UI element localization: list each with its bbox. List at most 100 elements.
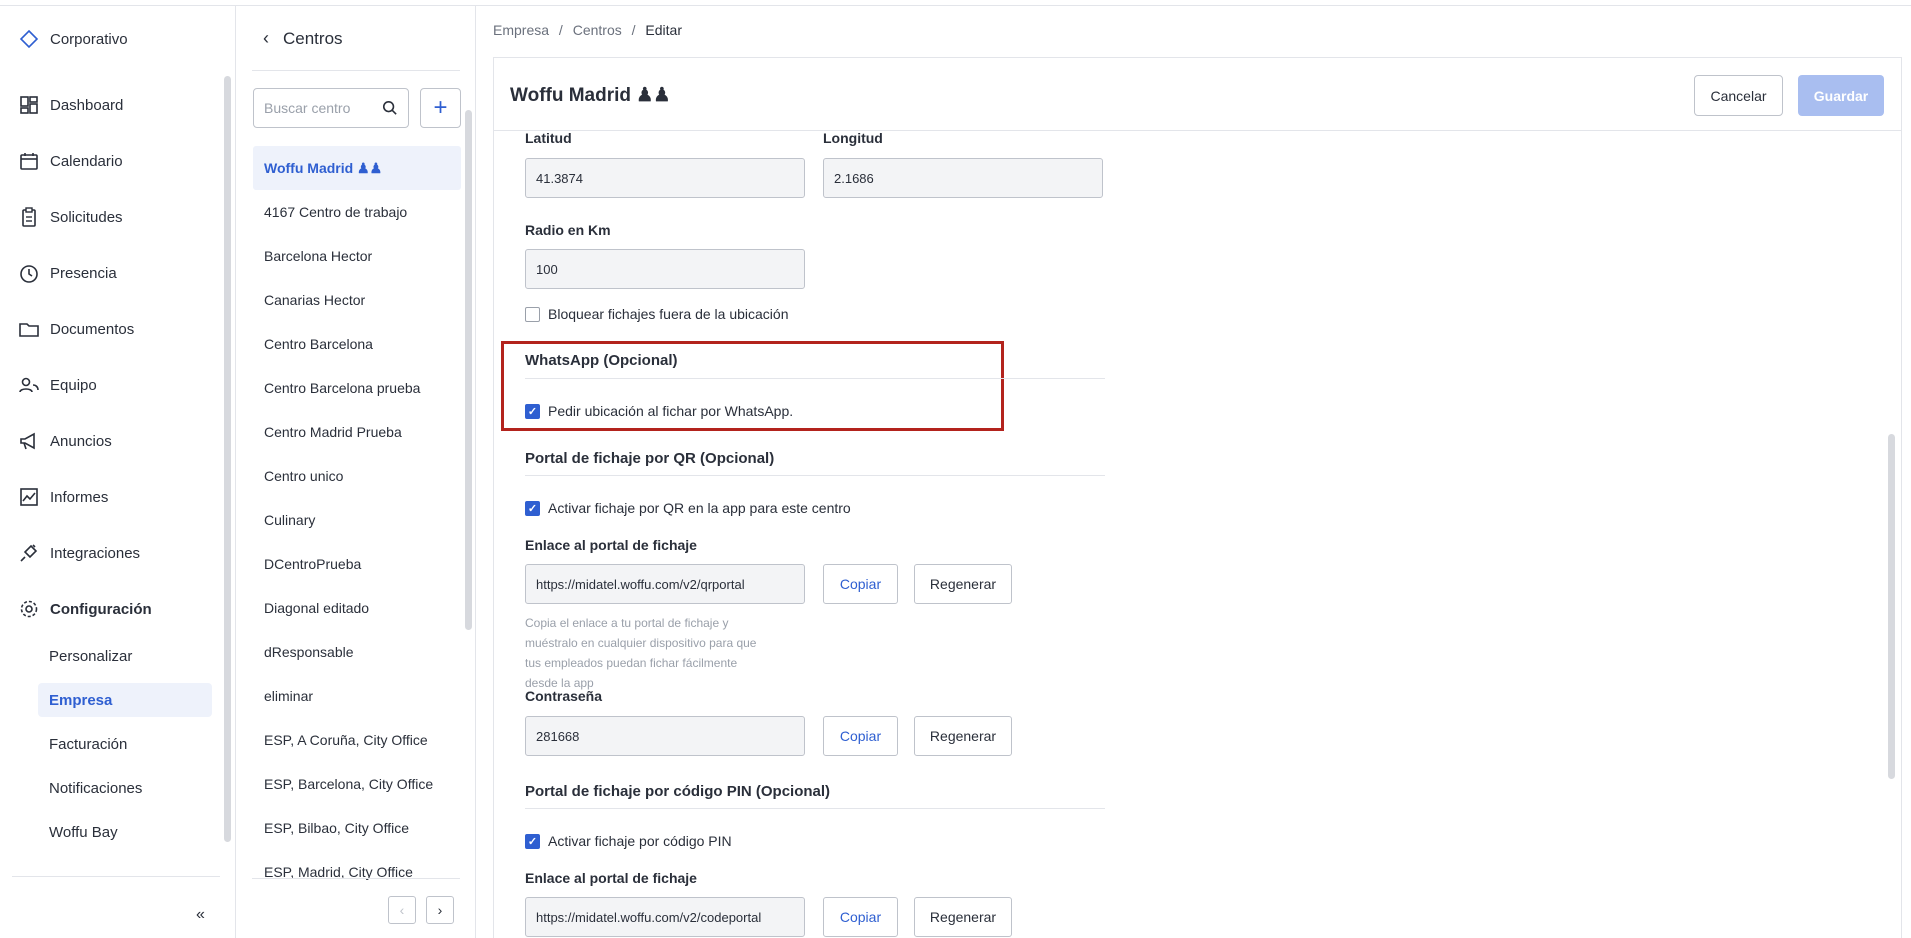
brand[interactable]: Corporativo bbox=[18, 28, 128, 50]
brand-label: Corporativo bbox=[50, 30, 128, 48]
nav-item-configuracion[interactable]: Configuración bbox=[18, 597, 208, 621]
sub-item-empresa[interactable]: Empresa bbox=[38, 683, 212, 717]
password-field[interactable]: 281668 bbox=[525, 716, 805, 756]
nav-item-dashboard[interactable]: Dashboard bbox=[18, 93, 208, 117]
divider bbox=[525, 378, 1105, 379]
list-item[interactable]: ESP, A Coruña, City Office bbox=[253, 718, 461, 762]
nav-item-documentos[interactable]: Documentos bbox=[18, 317, 208, 341]
list-item[interactable]: Diagonal editado bbox=[253, 586, 461, 630]
save-button[interactable]: Guardar bbox=[1798, 75, 1884, 116]
collapse-sidebar-button[interactable]: « bbox=[196, 906, 205, 924]
sub-item-personalizar[interactable]: Personalizar bbox=[38, 639, 212, 673]
list-item[interactable]: Woffu Madrid ♟♟ bbox=[253, 146, 461, 190]
copy-pin-link-button[interactable]: Copiar bbox=[823, 897, 898, 937]
breadcrumb-item[interactable]: Empresa bbox=[493, 22, 549, 38]
nav-item-anuncios[interactable]: Anuncios bbox=[18, 429, 208, 453]
latitude-label: Latitud bbox=[525, 130, 572, 146]
checkbox-label: Bloquear fichajes fuera de la ubicación bbox=[548, 306, 789, 322]
nav-item-integraciones[interactable]: Integraciones bbox=[18, 541, 208, 565]
list-item[interactable]: ESP, Barcelona, City Office bbox=[253, 762, 461, 806]
check-icon[interactable]: ✓ bbox=[525, 500, 540, 516]
breadcrumb-current: Editar bbox=[645, 22, 682, 38]
pin-section-title: Portal de fichaje por código PIN (Opcion… bbox=[525, 783, 831, 800]
pin-link-label: Enlace al portal de fichaje bbox=[525, 870, 697, 886]
search-icon[interactable] bbox=[382, 99, 398, 117]
sub-item-woffu-bay[interactable]: Woffu Bay bbox=[38, 815, 212, 849]
qr-enable-checkbox[interactable]: ✓ Activar fichaje por QR en la app para … bbox=[525, 500, 851, 516]
nav-label: Informes bbox=[50, 488, 109, 506]
search-input[interactable] bbox=[264, 100, 383, 116]
checkbox-label: Activar fichaje por QR en la app para es… bbox=[548, 500, 851, 516]
list-item[interactable]: DCentroPrueba bbox=[253, 542, 461, 586]
nav-item-solicitudes[interactable]: Solicitudes bbox=[18, 205, 208, 229]
list-item[interactable]: ESP, Bilbao, City Office bbox=[253, 806, 461, 850]
password-label: Contraseña bbox=[525, 688, 603, 704]
divider bbox=[252, 878, 460, 879]
qr-link-label: Enlace al portal de fichaje bbox=[525, 537, 697, 553]
diamond-logo-icon bbox=[19, 29, 39, 49]
longitude-label: Longitud bbox=[823, 130, 883, 146]
breadcrumb-item[interactable]: Centros bbox=[573, 22, 622, 38]
nav-label: Solicitudes bbox=[50, 208, 123, 226]
sub-item-notificaciones[interactable]: Notificaciones bbox=[38, 771, 212, 805]
regenerate-qr-link-button[interactable]: Regenerar bbox=[914, 564, 1012, 604]
regenerate-pin-link-button[interactable]: Regenerar bbox=[914, 897, 1012, 937]
nav-item-presencia[interactable]: Presencia bbox=[18, 261, 208, 285]
qr-link-field[interactable]: https://midatel.woffu.com/v2/qrportal bbox=[525, 564, 805, 604]
list-item[interactable]: dResponsable bbox=[253, 630, 461, 674]
checkbox-label: Pedir ubicación al fichar por WhatsApp. bbox=[548, 403, 794, 419]
list-item[interactable]: Centro unico bbox=[253, 454, 461, 498]
back-arrow-icon[interactable]: ‹ bbox=[263, 28, 269, 49]
main-scrollbar[interactable] bbox=[1888, 434, 1895, 779]
sub-item-facturacion[interactable]: Facturación bbox=[38, 727, 212, 761]
copy-password-button[interactable]: Copiar bbox=[823, 716, 898, 756]
check-icon[interactable]: ✓ bbox=[525, 403, 540, 419]
sidebar: Corporativo Dashboard Calendario Solicit… bbox=[0, 6, 236, 938]
list-item[interactable]: Centro Barcelona prueba bbox=[253, 366, 461, 410]
search-field[interactable] bbox=[253, 88, 409, 128]
next-page-button[interactable]: › bbox=[426, 896, 454, 924]
center-editor: Woffu Madrid ♟♟ Cancelar Guardar Latitud… bbox=[493, 57, 1902, 938]
pin-link-field[interactable]: https://midatel.woffu.com/v2/codeportal bbox=[525, 897, 805, 937]
longitude-field[interactable]: 2.1686 bbox=[823, 158, 1103, 198]
sidebar-scrollbar[interactable] bbox=[224, 76, 231, 842]
cancel-button[interactable]: Cancelar bbox=[1694, 75, 1783, 116]
breadcrumb-separator: / bbox=[631, 22, 636, 38]
centers-header: ‹ Centros bbox=[263, 28, 343, 49]
centers-panel: ‹ Centros + Woffu Madrid ♟♟4167 Centro d… bbox=[237, 6, 476, 938]
centers-scrollbar[interactable] bbox=[465, 110, 472, 630]
check-icon[interactable]: ✓ bbox=[525, 833, 540, 849]
nav-label: Documentos bbox=[50, 320, 135, 338]
pin-enable-checkbox[interactable]: ✓ Activar fichaje por código PIN bbox=[525, 833, 732, 849]
radius-field[interactable]: 100 bbox=[525, 249, 805, 289]
divider bbox=[525, 808, 1105, 809]
nav-item-calendario[interactable]: Calendario bbox=[18, 149, 208, 173]
whatsapp-location-checkbox[interactable]: ✓ Pedir ubicación al fichar por WhatsApp… bbox=[525, 403, 793, 419]
list-item[interactable]: Centro Barcelona bbox=[253, 322, 461, 366]
list-item[interactable]: Centro Madrid Prueba bbox=[253, 410, 461, 454]
centers-title: Centros bbox=[283, 28, 343, 48]
nav-label: Presencia bbox=[50, 264, 117, 282]
whatsapp-section-title: WhatsApp (Opcional) bbox=[525, 352, 678, 369]
list-item[interactable]: Barcelona Hector bbox=[253, 234, 461, 278]
nav-item-informes[interactable]: Informes bbox=[18, 485, 208, 509]
list-item[interactable]: eliminar bbox=[253, 674, 461, 718]
latitude-field[interactable]: 41.3874 bbox=[525, 158, 805, 198]
add-center-button[interactable]: + bbox=[420, 88, 461, 128]
qr-section-title: Portal de fichaje por QR (Opcional) bbox=[525, 450, 775, 467]
list-item[interactable]: Canarias Hector bbox=[253, 278, 461, 322]
checkbox-box[interactable] bbox=[525, 306, 540, 322]
regenerate-password-button[interactable]: Regenerar bbox=[914, 716, 1012, 756]
radius-label: Radio en Km bbox=[525, 222, 611, 238]
block-outside-checkbox[interactable]: Bloquear fichajes fuera de la ubicación bbox=[525, 306, 789, 322]
qr-help-text: Copia el enlace a tu portal de fichaje y… bbox=[525, 616, 757, 690]
prev-page-button[interactable]: ‹ bbox=[388, 896, 416, 924]
copy-qr-link-button[interactable]: Copiar bbox=[823, 564, 898, 604]
list-item[interactable]: Culinary bbox=[253, 498, 461, 542]
nav-label: Anuncios bbox=[50, 432, 112, 450]
list-item[interactable]: 4167 Centro de trabajo bbox=[253, 190, 461, 234]
megaphone-icon bbox=[20, 432, 35, 450]
nav-label: Integraciones bbox=[50, 544, 141, 562]
nav-label: Equipo bbox=[50, 376, 97, 394]
nav-item-equipo[interactable]: Equipo bbox=[18, 373, 208, 397]
